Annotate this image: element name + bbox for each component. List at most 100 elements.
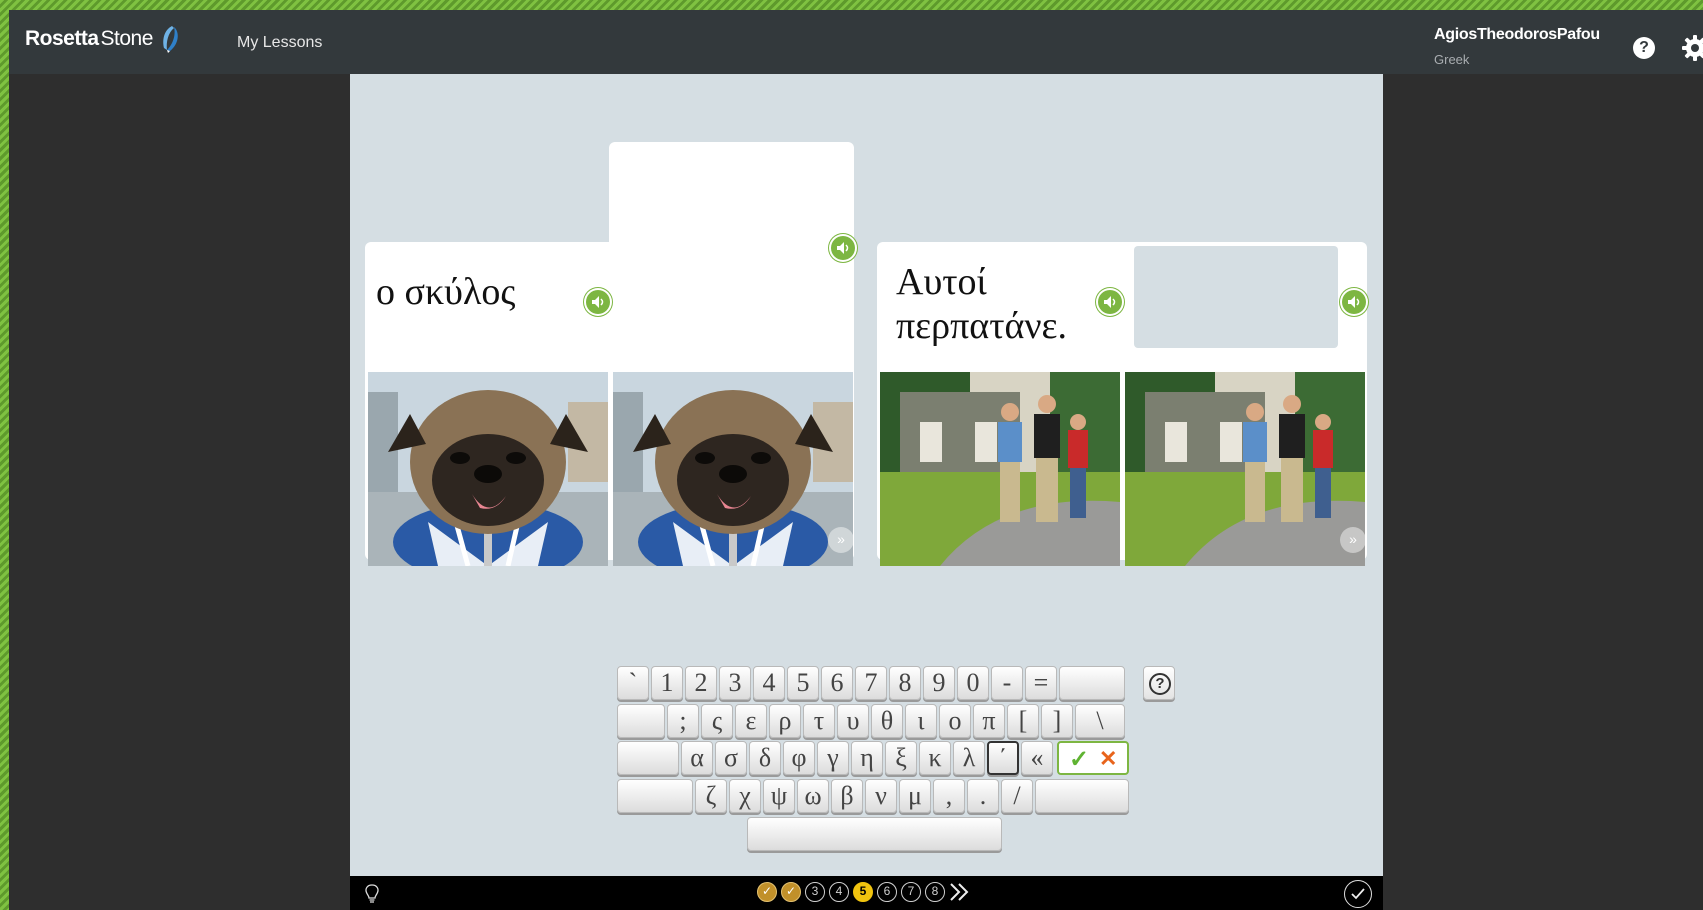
question-icon: ? [1149, 673, 1171, 695]
keyboard-key[interactable]: 8 [889, 666, 921, 700]
done-checkmark-button[interactable] [1344, 880, 1372, 908]
keyboard-key[interactable]: ο [939, 704, 971, 738]
walking-men-photo-2 [1125, 372, 1365, 566]
app-window: Rosetta Stone My Lessons AgiosTheodorosP… [9, 10, 1703, 910]
keyboard-key[interactable]: γ [817, 741, 849, 775]
keyboard-key[interactable]: β [831, 779, 863, 813]
cross-icon: ✕ [1099, 746, 1118, 771]
progress-step[interactable]: 3 [805, 882, 825, 902]
keyboard-key[interactable]: 0 [957, 666, 989, 700]
keyboard-key[interactable]: ω [797, 779, 829, 813]
audio-button-dog-prompt[interactable] [584, 288, 612, 316]
keyboard-key[interactable]: 2 [685, 666, 717, 700]
walking-men-photo-1 [880, 372, 1120, 566]
progress-step[interactable]: 6 [877, 882, 897, 902]
lesson-panel: ο σκύλος » Αυτοί περπατάνε. » ` 1 2 3 4 … [350, 74, 1383, 910]
progress-step[interactable]: 5 [853, 882, 873, 902]
keyboard-key[interactable]: σ [715, 741, 747, 775]
keyboard-key-modifier[interactable] [617, 704, 665, 738]
keyboard-key[interactable]: 7 [855, 666, 887, 700]
accent-toggle-button[interactable]: ✓ ✕ [1057, 741, 1129, 775]
pug-photo-1 [368, 372, 608, 566]
keyboard-key[interactable]: ` [617, 666, 649, 700]
brand-bold: Rosetta [25, 27, 99, 50]
my-lessons-link[interactable]: My Lessons [237, 34, 322, 52]
pug-photo-2 [613, 372, 853, 566]
keyboard-key-modifier[interactable] [617, 779, 693, 813]
keyboard-key[interactable]: ΄ [987, 741, 1019, 775]
double-chevron-right-icon[interactable]: » [828, 527, 854, 553]
keyboard-key[interactable]: θ [871, 704, 903, 738]
keyboard-key[interactable]: ; [667, 704, 699, 738]
keyboard-key[interactable]: κ [919, 741, 951, 775]
brand-light: Stone [100, 27, 154, 50]
top-bar: Rosetta Stone My Lessons AgiosTheodorosP… [9, 10, 1703, 74]
keyboard-key[interactable]: ψ [763, 779, 795, 813]
keyboard-key[interactable]: ζ [695, 779, 727, 813]
keyboard-key[interactable]: / [1001, 779, 1033, 813]
rosetta-stone-logo[interactable]: Rosetta Stone [25, 24, 182, 54]
checkmark-icon [1351, 888, 1365, 900]
keyboard-key[interactable]: = [1025, 666, 1057, 700]
speaker-icon [1348, 296, 1360, 308]
keyboard-key[interactable]: ς [701, 704, 733, 738]
keyboard-key[interactable]: ν [865, 779, 897, 813]
help-icon[interactable]: ? [1633, 37, 1655, 59]
answer-input-walking[interactable] [1134, 246, 1338, 348]
keyboard-key[interactable]: φ [783, 741, 815, 775]
user-name[interactable]: AgiosTheodorosPafou [1434, 26, 1600, 44]
keyboard-key-modifier[interactable] [1035, 779, 1129, 813]
keyboard-key[interactable]: ρ [769, 704, 801, 738]
leaf-logo-icon [163, 26, 178, 53]
audio-button-dog-answer[interactable] [829, 234, 857, 262]
keyboard-key[interactable]: « [1021, 741, 1053, 775]
keyboard-key[interactable]: λ [953, 741, 985, 775]
speaker-icon [837, 242, 849, 254]
keyboard-key[interactable]: - [991, 666, 1023, 700]
gear-icon[interactable] [1681, 34, 1703, 62]
keyboard-key[interactable]: 6 [821, 666, 853, 700]
keyboard-key[interactable]: δ [749, 741, 781, 775]
keyboard-key[interactable]: 9 [923, 666, 955, 700]
keyboard-help-button[interactable]: ? [1143, 666, 1175, 700]
keyboard-key[interactable]: ε [735, 704, 767, 738]
keyboard-key[interactable]: ι [905, 704, 937, 738]
keyboard-key[interactable]: \ [1075, 704, 1125, 738]
audio-button-walking-prompt[interactable] [1096, 288, 1124, 316]
double-chevron-right-icon[interactable]: » [1340, 527, 1366, 553]
prompt-text-dog: ο σκύλος [376, 271, 516, 313]
speaker-icon [592, 296, 604, 308]
bottom-bar: ✓ ✓ 3 4 5 6 7 8 [350, 876, 1383, 910]
check-icon: ✓ [1069, 746, 1090, 773]
double-chevron-right-icon[interactable] [949, 882, 971, 902]
audio-button-walking-answer[interactable] [1340, 288, 1368, 316]
keyboard-key[interactable]: π [973, 704, 1005, 738]
keyboard-key[interactable]: α [681, 741, 713, 775]
keyboard-key[interactable]: η [851, 741, 883, 775]
keyboard-key[interactable]: 4 [753, 666, 785, 700]
keyboard-key[interactable]: ] [1041, 704, 1073, 738]
keyboard-key[interactable]: ξ [885, 741, 917, 775]
keyboard-key[interactable]: υ [837, 704, 869, 738]
progress-step[interactable]: ✓ [781, 882, 801, 902]
keyboard-key-modifier[interactable] [617, 741, 679, 775]
keyboard-key[interactable]: 5 [787, 666, 819, 700]
keyboard-key[interactable]: , [933, 779, 965, 813]
keyboard-key-modifier[interactable] [1059, 666, 1125, 700]
keyboard-key[interactable]: . [967, 779, 999, 813]
keyboard-key[interactable]: μ [899, 779, 931, 813]
keyboard-key[interactable]: 3 [719, 666, 751, 700]
lesson-progress: ✓ ✓ 3 4 5 6 7 8 [757, 882, 971, 902]
progress-step[interactable]: 7 [901, 882, 921, 902]
keyboard-key[interactable]: χ [729, 779, 761, 813]
progress-step[interactable]: 8 [925, 882, 945, 902]
prompt-text-walking-line1: Αυτοί [896, 261, 987, 303]
progress-step[interactable]: ✓ [757, 882, 777, 902]
progress-step[interactable]: 4 [829, 882, 849, 902]
keyboard-space-bar[interactable] [747, 817, 1002, 851]
keyboard-key[interactable]: τ [803, 704, 835, 738]
keyboard-key[interactable]: 1 [651, 666, 683, 700]
keyboard-key[interactable]: [ [1007, 704, 1039, 738]
lightbulb-icon[interactable] [364, 884, 380, 904]
speaker-icon [1104, 296, 1116, 308]
